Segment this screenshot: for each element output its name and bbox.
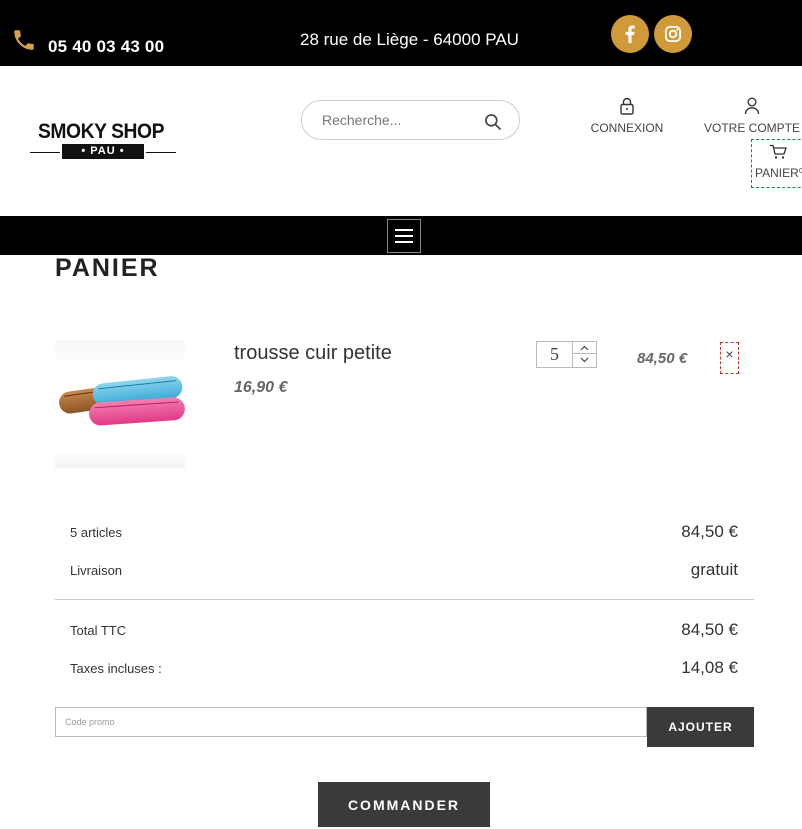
cart-link[interactable]: PANIER 0 [751,139,802,188]
instagram-icon [664,25,682,43]
site-logo[interactable]: SMOKY SHOP • PAU • [30,118,176,164]
account-label: VOTRE COMPTE [703,121,800,135]
page-title: PANIER [55,254,160,282]
logo-subtitle: PAU [90,145,116,157]
unit-price: 16,90 € [234,379,288,396]
taxes-label: Taxes incluses : [70,661,162,676]
logo-line-right [146,152,176,153]
account-link[interactable]: VOTRE COMPTE [702,97,802,135]
promo-code-box [55,707,647,737]
search-input[interactable] [322,110,472,130]
cart-label: PANIER [755,166,799,180]
menu-bar [0,216,802,255]
quantity-increase-button[interactable] [573,342,596,354]
login-link[interactable]: CONNEXION [588,97,666,135]
chevron-up-icon [580,345,589,350]
user-icon [744,97,760,115]
chevron-down-icon [580,357,589,363]
quantity-decrease-button[interactable] [573,354,596,366]
total-value: 84,50 € [681,620,738,639]
promo-code-input[interactable] [56,708,646,736]
logo-banner: • PAU • [62,144,144,159]
facebook-icon [625,25,635,43]
summary-divider [55,599,754,600]
top-bar: 05 40 03 43 00 28 rue de Liège - 64000 P… [0,0,802,66]
search-icon[interactable] [483,112,503,132]
pouch-illustration [59,376,185,426]
quantity-stepper [536,341,597,368]
articles-subtotal: 84,50 € [681,522,738,541]
login-label: CONNEXION [590,121,664,135]
hamburger-menu-button[interactable] [387,219,421,253]
logo-line-left [30,152,60,153]
search-box [301,100,520,140]
total-label: Total TTC [70,623,127,638]
articles-count-label: 5 articles [70,525,123,540]
phone-number[interactable]: 05 40 03 43 00 [48,37,164,57]
store-address: 28 rue de Liège - 64000 PAU [300,30,519,49]
menu-line [395,235,413,237]
menu-line [395,229,413,231]
product-name-link[interactable]: trousse cuir petite [234,342,392,365]
phone-icon [14,30,34,50]
remove-item-button[interactable]: × [720,342,739,374]
shipping-value: gratuit [690,560,738,579]
logo-title: SMOKY SHOP [38,120,165,143]
checkout-button[interactable]: COMMANDER [318,782,490,827]
cart-icon [770,144,787,159]
taxes-value: 14,08 € [681,658,738,677]
product-image[interactable] [55,340,185,468]
shipping-label: Livraison [70,563,123,578]
apply-promo-button[interactable]: AJOUTER [647,707,754,747]
lock-icon [620,97,634,115]
instagram-link[interactable] [654,15,692,53]
facebook-link[interactable] [611,15,649,53]
menu-line [395,241,413,243]
line-total: 84,50 € [637,350,688,367]
quantity-input[interactable] [537,342,573,367]
